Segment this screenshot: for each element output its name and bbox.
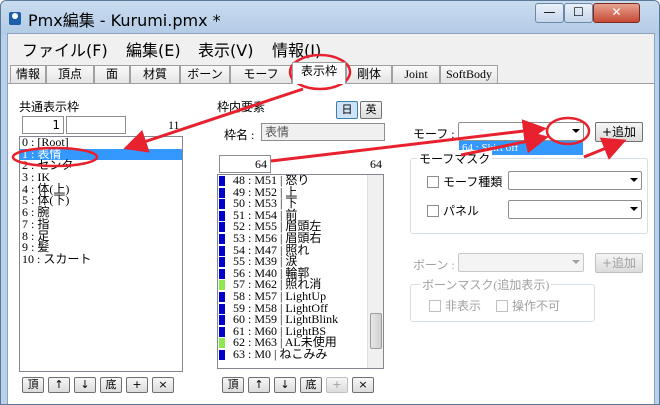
move-down-button[interactable]: ↓ (74, 377, 96, 393)
morph-type-checkbox[interactable] (427, 176, 439, 188)
tab-info[interactable]: 情報 (10, 65, 46, 83)
element-type-swatch (219, 291, 225, 302)
maximize-icon: ☐ (573, 5, 584, 19)
display-frame-panel: 共通表示枠 1 11 0 : [Root] 1 : 表情 2 : センター 3 : I… (8, 83, 654, 404)
menu-view[interactable]: 表示(V) (198, 37, 253, 61)
frame-list[interactable]: 0 : [Root] 1 : 表情 2 : センター 3 : IK 4 : 体(上) 5 … (19, 136, 183, 372)
frame-name-input[interactable] (66, 116, 126, 134)
bone-mask-header: ボーンマスク(追加表示) (420, 276, 552, 293)
tab-rigid-body[interactable]: 剛体 (346, 65, 392, 83)
move-top-button[interactable]: 頂 (22, 377, 44, 393)
add-frame-button[interactable]: + (126, 377, 148, 393)
close-button[interactable]: ✕ (593, 3, 640, 23)
frame-elements-header: 枠内要素 (217, 100, 266, 114)
add-bone-button[interactable]: +追加 (595, 253, 643, 273)
element-type-swatch (219, 268, 225, 279)
element-add-button[interactable]: + (326, 377, 348, 393)
bone-label: ボーン : (413, 258, 455, 272)
menu-edit[interactable]: 編集(E) (126, 37, 181, 61)
minimize-button[interactable]: — (535, 3, 564, 23)
element-type-swatch (219, 222, 225, 233)
element-delete-button[interactable]: × (352, 377, 374, 393)
app-window: Pmx編集 - Kurumi.pmx * — ☐ ✕ ファイル(F) 編集(E)… (0, 0, 660, 405)
minimize-icon: — (543, 5, 556, 19)
frame-name-label: 枠名 : (224, 128, 255, 142)
chevron-down-icon (572, 129, 580, 133)
element-type-swatch (219, 326, 225, 337)
element-type-swatch (219, 176, 225, 186)
element-rows: 48 : M51 | 怒り 49 : M52 | 上 50 : M53 | 下 51 … (218, 175, 383, 361)
maximize-button[interactable]: ☐ (564, 3, 593, 23)
element-up-button[interactable]: ↑ (248, 377, 270, 393)
chevron-down-icon (630, 207, 638, 211)
tab-display-frame[interactable]: 表示枠 (292, 62, 346, 84)
element-count-right: 64 (370, 157, 382, 171)
move-bottom-button[interactable]: 底 (100, 377, 122, 393)
element-bottom-button[interactable]: 底 (300, 377, 322, 393)
frame-name-field[interactable]: 表情 (261, 123, 385, 141)
tab-softbody[interactable]: SoftBody (440, 65, 498, 83)
element-type-swatch (219, 187, 225, 198)
bone-dropdown[interactable] (458, 253, 584, 272)
menu-file[interactable]: ファイル(F) (22, 37, 108, 61)
element-list-scrollbar[interactable] (367, 175, 383, 368)
morph-mask-header: モーフマスク (417, 150, 493, 167)
lang-jp-button[interactable]: 日 (336, 101, 358, 119)
tab-material[interactable]: 材質 (130, 65, 180, 83)
element-type-swatch (219, 257, 225, 268)
common-frame-header: 共通表示枠 (19, 100, 80, 114)
morph-dropdown[interactable] (458, 122, 584, 141)
window-title: Pmx編集 - Kurumi.pmx * (28, 11, 221, 30)
panel-label: パネル (443, 204, 480, 218)
element-down-button[interactable]: ↓ (274, 377, 296, 393)
element-type-swatch (219, 303, 225, 314)
panel-dropdown[interactable] (508, 200, 642, 219)
element-type-swatch (219, 210, 225, 221)
panel-checkbox[interactable] (427, 205, 439, 217)
morph-type-label: モーフ種類 (443, 175, 503, 189)
hidden-label: 非表示 (445, 299, 482, 313)
move-up-button[interactable]: ↑ (48, 377, 70, 393)
app-icon (9, 12, 21, 25)
morph-type-dropdown[interactable] (508, 171, 642, 190)
client-area: ファイル(F) 編集(E) 表示(V) 情報(I) 情報 頂点 面 材質 ボーン… (7, 33, 655, 404)
tab-bar: 情報 頂点 面 材質 ボーン モーフ 表示枠 剛体 Joint SoftBody (8, 62, 654, 84)
element-type-swatch (219, 233, 225, 244)
element-type-swatch (219, 245, 225, 256)
no-op-label: 操作不可 (512, 299, 561, 313)
morph-label: モーフ : (413, 127, 455, 141)
add-morph-button[interactable]: +追加 (595, 122, 643, 142)
element-type-swatch (219, 199, 225, 210)
frame-count: 11 (168, 118, 180, 132)
frame-element-list[interactable]: 48 : M51 | 怒り 49 : M52 | 上 50 : M53 | 下 51 … (217, 174, 384, 369)
hidden-checkbox[interactable] (429, 300, 441, 312)
element-list-item[interactable]: 63 : M0 | ねこみみ (218, 346, 383, 361)
element-count-left: 64 (255, 157, 267, 171)
frame-index-input[interactable]: 1 (22, 116, 64, 134)
tab-joint[interactable]: Joint (392, 65, 440, 83)
menu-bar: ファイル(F) 編集(E) 表示(V) 情報(I) (8, 34, 654, 60)
chevron-down-icon (572, 260, 580, 264)
chevron-down-icon (630, 178, 638, 182)
element-type-swatch (219, 280, 225, 291)
frame-list-item[interactable]: 10 : スカート (20, 253, 182, 266)
element-top-button[interactable]: 頂 (222, 377, 244, 393)
tab-vertex[interactable]: 頂点 (46, 65, 94, 83)
tab-bone[interactable]: ボーン (180, 65, 230, 83)
delete-frame-button[interactable]: × (152, 377, 174, 393)
title-bar[interactable]: Pmx編集 - Kurumi.pmx * — ☐ ✕ (1, 1, 659, 35)
element-type-swatch (219, 315, 225, 326)
morph-mask-group (410, 158, 648, 234)
tab-face[interactable]: 面 (94, 65, 130, 83)
no-op-checkbox[interactable] (496, 300, 508, 312)
tab-morph[interactable]: モーフ (230, 65, 292, 83)
close-icon: ✕ (611, 5, 622, 19)
element-label: 63 : M0 | ねこみみ (233, 346, 328, 361)
element-type-swatch (219, 349, 225, 360)
lang-en-button[interactable]: 英 (360, 101, 382, 119)
scrollbar-thumb[interactable] (370, 313, 382, 349)
element-type-swatch (219, 338, 225, 349)
menu-info[interactable]: 情報(I) (272, 37, 321, 61)
